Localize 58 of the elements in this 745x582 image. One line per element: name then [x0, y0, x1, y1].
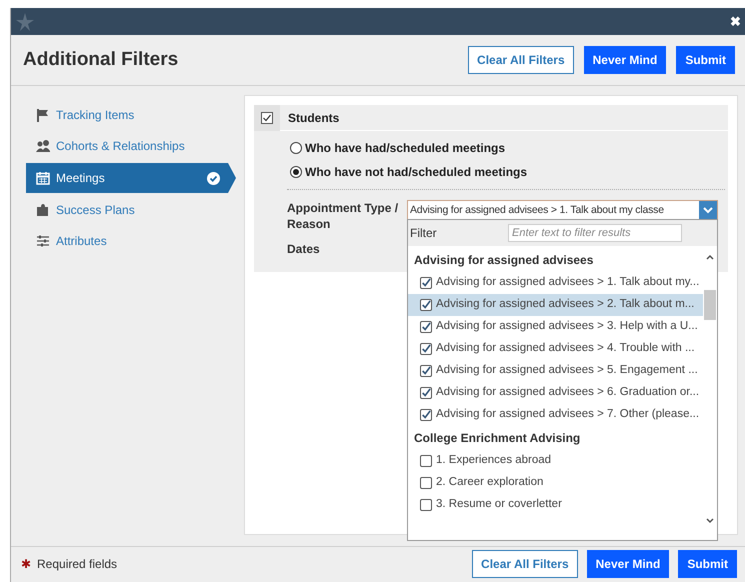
- option-row[interactable]: Advising for assigned advisees > 7. Other (please...: [408, 404, 703, 426]
- dialog-title: Additional Filters: [23, 48, 178, 72]
- radio-label[interactable]: Who have had/scheduled meetings: [305, 139, 506, 157]
- appointment-type-select[interactable]: Advising for assigned advisees > 1. Talk about my classe: [407, 200, 718, 220]
- group-heading: College Enrichment Advising: [413, 430, 582, 447]
- required-note: Required fields: [37, 556, 118, 572]
- calendar-icon: [36, 171, 50, 185]
- action-button[interactable]: Never Mind: [584, 46, 666, 74]
- option-row[interactable]: 1. Experiences abroad: [408, 450, 703, 472]
- option-checkbox[interactable]: [420, 343, 432, 355]
- scroll-down-icon[interactable]: [706, 518, 714, 524]
- group-heading: Advising for assigned advisees: [413, 252, 594, 269]
- section-title: Students: [288, 110, 340, 126]
- option-row[interactable]: Advising for assigned advisees > 3. Help with a U...: [408, 316, 703, 338]
- option-checkbox[interactable]: [420, 477, 432, 489]
- option-row[interactable]: Advising for assigned advisees > 1. Talk about my...: [408, 272, 703, 294]
- option-checkbox[interactable]: [420, 321, 432, 333]
- option-row[interactable]: Advising for assigned advisees > 4. Trouble with ...: [408, 338, 703, 360]
- field-label: Appointment Type / Reason: [287, 200, 400, 232]
- sliders-icon: [36, 234, 50, 248]
- filter-input[interactable]: Enter text to filter results: [508, 224, 682, 242]
- action-button[interactable]: Never Mind: [586, 550, 670, 578]
- close-button[interactable]: ✖: [730, 15, 741, 28]
- scroll-thumb[interactable]: [704, 290, 716, 320]
- people-icon: [36, 139, 50, 153]
- option-checkbox[interactable]: [420, 499, 432, 511]
- scroll-up-icon[interactable]: [706, 254, 714, 260]
- filter-label: Filter: [410, 225, 438, 242]
- option-checkbox[interactable]: [420, 365, 432, 377]
- clear-filters-button[interactable]: Clear All Filters: [472, 550, 578, 578]
- action-button[interactable]: Submit: [676, 46, 735, 74]
- sidebar-item[interactable]: Success Plans: [26, 196, 226, 224]
- option-row[interactable]: 2. Career exploration: [408, 472, 703, 494]
- clear-filters-button[interactable]: Clear All Filters: [468, 46, 574, 74]
- option-checkbox[interactable]: [420, 387, 432, 399]
- option-checkbox[interactable]: [420, 299, 432, 311]
- radio-label[interactable]: Who have not had/scheduled meetings: [305, 163, 528, 181]
- option-row[interactable]: Advising for assigned advisees > 2. Talk about m...: [408, 294, 703, 316]
- sidebar-item[interactable]: Tracking Items: [26, 101, 226, 129]
- option-checkbox[interactable]: [420, 277, 432, 289]
- field-label: Dates: [287, 241, 321, 258]
- sidebar-item[interactable]: Cohorts & Relationships: [26, 132, 226, 160]
- flag-icon: [36, 108, 50, 122]
- chevron-down-icon: [703, 206, 713, 214]
- option-row[interactable]: Advising for assigned advisees > 5. Engagement ...: [408, 360, 703, 382]
- option-row[interactable]: Advising for assigned advisees > 6. Graduation or...: [408, 382, 703, 404]
- option-checkbox[interactable]: [420, 455, 432, 467]
- check-circle-icon: [207, 172, 220, 184]
- section-checkbox[interactable]: [261, 112, 273, 124]
- required-asterisk: ✱: [21, 556, 31, 572]
- action-button[interactable]: Submit: [678, 550, 737, 578]
- option-row[interactable]: 3. Resume or coverletter: [408, 494, 703, 516]
- sidebar-item[interactable]: Attributes: [26, 227, 226, 255]
- radio-button[interactable]: [290, 166, 302, 178]
- star-logo-icon: [15, 12, 35, 32]
- radio-button[interactable]: [290, 142, 302, 154]
- option-checkbox[interactable]: [420, 409, 432, 421]
- sidebar-item[interactable]: Meetings: [26, 163, 236, 193]
